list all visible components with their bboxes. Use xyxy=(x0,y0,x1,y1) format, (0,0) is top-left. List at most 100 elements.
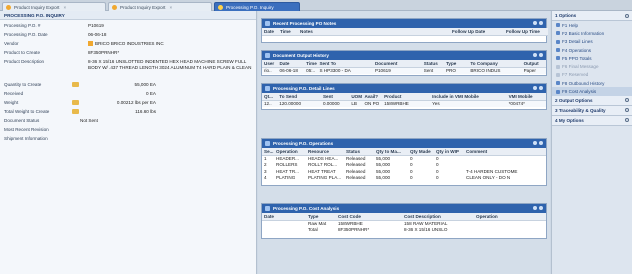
column-header[interactable]: Include in VMI Mobile xyxy=(430,93,507,101)
column-header[interactable]: Qty in WIP xyxy=(434,148,464,156)
column-header[interactable]: Date xyxy=(277,60,305,68)
document-icon xyxy=(265,53,270,58)
column-header[interactable]: Follow Up Date xyxy=(450,28,504,36)
table-row[interactable]: rio.. 06-06-18 05:.. S HP3300 - DA P1061… xyxy=(262,67,546,74)
table-cell: 06-06-18 xyxy=(277,67,305,74)
column-header[interactable]: Product xyxy=(382,93,431,101)
table-row[interactable]: Total 8F350PRNHR* 8-36 X 15/16 UNSLO xyxy=(262,227,546,234)
weight-icon xyxy=(72,109,79,114)
column-header[interactable]: Cost Code xyxy=(336,213,402,221)
field-value[interactable]: 8F350PRNHR* xyxy=(88,50,119,55)
settings-icon[interactable] xyxy=(533,206,537,210)
option-f6-final-message[interactable]: F6 Final Message xyxy=(552,62,632,70)
column-header[interactable]: To Company xyxy=(468,60,522,68)
panel-controls[interactable] xyxy=(533,141,543,145)
table-row[interactable]: 4 PLATING PLATING PLA... Released 55,000… xyxy=(262,175,546,182)
column-header[interactable]: Qty to Ma... xyxy=(374,148,408,156)
list-icon xyxy=(556,39,560,44)
column-header[interactable]: Se... xyxy=(262,148,274,156)
quantity-icon xyxy=(72,82,79,87)
tab-processing-po-inquiry[interactable]: Processing P.O. Inquiry xyxy=(214,2,300,11)
column-header[interactable]: Qty Made xyxy=(408,148,434,156)
column-header[interactable]: Notes xyxy=(298,28,450,36)
field-label: Quantity to Create xyxy=(4,82,42,87)
column-header[interactable]: Time xyxy=(278,28,298,36)
table-row[interactable]: 12.. 120.00000 0.00000 LB ON PO 158WRBHE… xyxy=(262,100,546,107)
document-history-table: User Date Time Sent To Document Status T… xyxy=(262,60,546,74)
column-header[interactable]: Date xyxy=(262,28,278,36)
gear-icon[interactable] xyxy=(625,118,629,123)
output-options-section[interactable]: 2 Output Options xyxy=(552,95,632,106)
field-value: 0 EA xyxy=(146,91,156,96)
table-cell: 55,000 xyxy=(376,175,391,181)
page-title: PROCESSING P.O. INQUIRY xyxy=(0,11,256,20)
table-cell: 0 xyxy=(436,175,439,181)
option-f7-reserved[interactable]: F7 Reserved xyxy=(552,71,632,79)
column-header[interactable]: Document xyxy=(372,60,422,68)
panel-controls[interactable] xyxy=(533,86,543,90)
column-header[interactable]: Sent To xyxy=(317,60,373,68)
option-f4-operations[interactable]: F4 Operations xyxy=(552,46,632,54)
column-header[interactable]: Resource xyxy=(306,148,344,156)
options-section-header[interactable]: 1 Options xyxy=(552,11,632,21)
option-f9-cost-analysis[interactable]: F9 Cost Analysis xyxy=(552,87,632,96)
option-f2-basic-information[interactable]: F2 Basic Information xyxy=(552,29,632,37)
gear-icon[interactable] xyxy=(625,98,629,103)
my-options-section[interactable]: 4 My Options xyxy=(552,115,632,126)
column-header[interactable]: Avail? xyxy=(362,93,383,101)
inquiry-icon xyxy=(218,4,223,10)
settings-icon[interactable] xyxy=(533,53,537,57)
column-header[interactable]: Follow Up Time xyxy=(504,28,548,36)
gear-icon[interactable] xyxy=(625,13,629,18)
column-header[interactable]: Qt... xyxy=(262,93,278,101)
column-header[interactable]: Status xyxy=(421,60,444,68)
option-f5-ppo-totals[interactable]: F5 PPO Totals xyxy=(552,54,632,62)
vendor-icon xyxy=(88,41,93,46)
column-header[interactable]: Operation xyxy=(474,213,546,221)
settings-icon[interactable] xyxy=(533,21,537,25)
traceability-quality-section[interactable]: 3 Traceability & Quality xyxy=(552,105,632,116)
collapse-icon[interactable] xyxy=(539,86,543,90)
column-header[interactable]: Date xyxy=(262,213,306,221)
gear-icon[interactable] xyxy=(625,108,629,113)
column-header[interactable]: VMI Mobile xyxy=(506,93,546,101)
option-f3-detail-lines[interactable]: F3 Detail Lines xyxy=(552,38,632,46)
option-f8-outbound-history[interactable]: F8 Outbound History xyxy=(552,79,632,87)
vendor-value[interactable]: BRICO BRICO INDUSTRIES INC xyxy=(88,41,164,46)
table-cell: Paper xyxy=(521,67,546,74)
collapse-icon[interactable] xyxy=(539,206,543,210)
panel-controls[interactable] xyxy=(533,21,543,25)
column-header[interactable]: Operation xyxy=(274,148,306,156)
settings-icon[interactable] xyxy=(533,86,537,90)
inquiry-info-panel: PROCESSING P.O. INQUIRY Processing P.O. … xyxy=(0,11,257,274)
collapse-icon[interactable] xyxy=(539,53,543,57)
option-label: F8 Outbound History xyxy=(562,80,605,86)
option-f1-help[interactable]: F1 Help xyxy=(552,21,632,29)
collapse-icon[interactable] xyxy=(539,141,543,145)
settings-icon[interactable] xyxy=(533,141,537,145)
column-header[interactable]: User xyxy=(262,60,278,68)
column-header[interactable]: Type xyxy=(306,213,336,221)
tab-product-inquiry-export-1[interactable]: Product Inquiry Export × xyxy=(2,2,106,11)
close-icon[interactable]: × xyxy=(169,5,172,10)
collapse-icon[interactable] xyxy=(539,21,543,25)
field-label: Product to Create xyxy=(4,50,41,55)
column-header[interactable]: Type xyxy=(443,60,469,68)
column-header[interactable]: Sent xyxy=(320,93,350,101)
column-header[interactable]: UOM xyxy=(349,93,363,101)
close-icon[interactable]: × xyxy=(63,5,66,10)
column-header[interactable]: To Send xyxy=(277,93,321,101)
column-header[interactable]: Status xyxy=(344,148,374,156)
column-header[interactable]: Comment xyxy=(464,148,546,156)
column-header[interactable]: Time xyxy=(304,60,318,68)
column-header[interactable]: Output xyxy=(521,60,546,68)
table-cell xyxy=(262,227,306,234)
tab-product-inquiry-export-2[interactable]: Product Inquiry Export × xyxy=(108,2,212,11)
column-header[interactable]: Cost Description xyxy=(402,213,474,221)
field-value: Not Sent xyxy=(80,118,98,123)
panel-controls[interactable] xyxy=(533,53,543,57)
field-value[interactable]: P10619 xyxy=(88,23,104,28)
table-cell: 4 xyxy=(264,175,267,181)
panel-controls[interactable] xyxy=(533,206,543,210)
totals-icon xyxy=(556,56,560,61)
